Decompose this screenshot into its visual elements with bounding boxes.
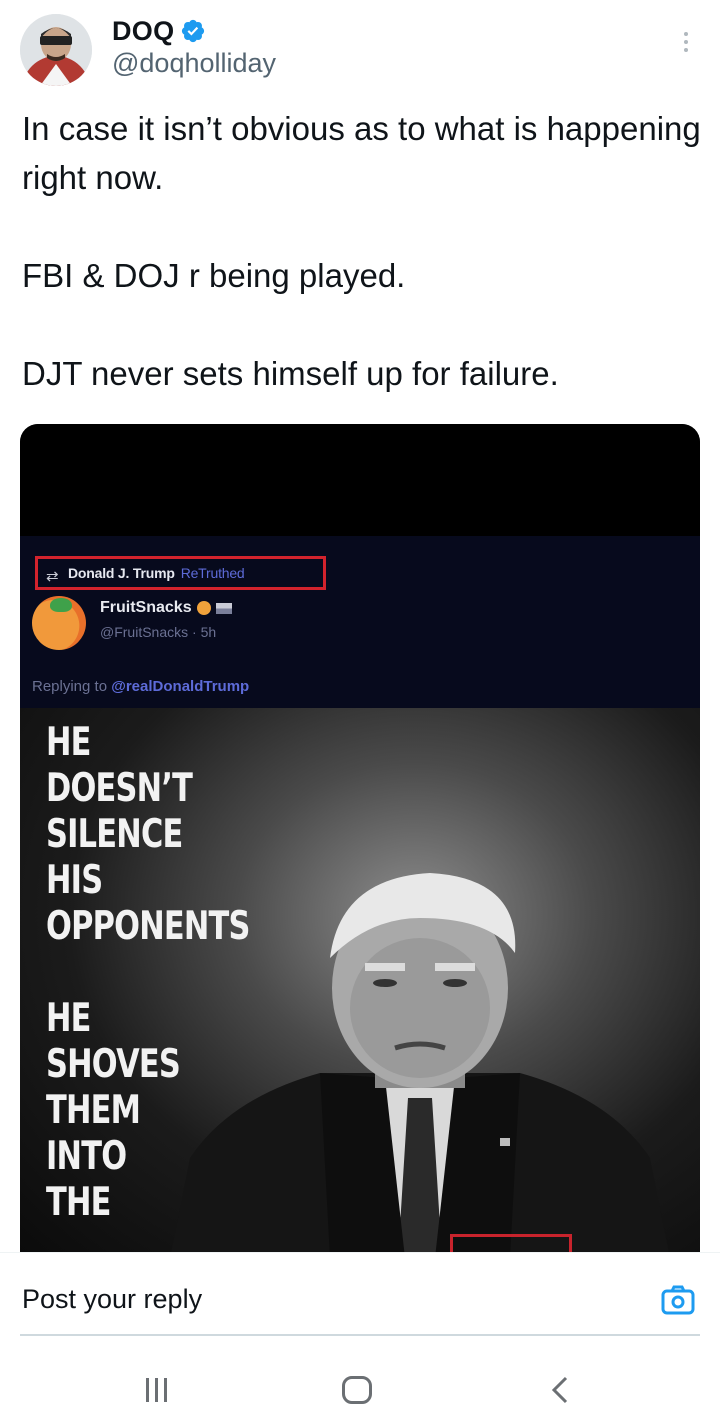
tweet-text: In case it isn’t obvious as to what is h… [22, 110, 701, 392]
avatar-image [20, 14, 92, 86]
recent-apps-icon[interactable] [141, 1378, 171, 1402]
orange-dot-icon [196, 601, 211, 615]
back-icon[interactable] [548, 1374, 572, 1406]
overlay-text: HE DOESN’T SILENCE HIS OPPONENTS HE SHOV… [46, 720, 250, 1225]
retruth-icon: ⇄ [46, 568, 59, 585]
author-name-row[interactable]: DOQ [112, 14, 206, 48]
media-top-black [20, 424, 700, 536]
embedded-author-meta: @FruitSnacks · 5h [100, 624, 217, 640]
home-icon[interactable] [342, 1376, 372, 1404]
fruit-leaf-icon [50, 598, 72, 612]
flag-icon [215, 602, 232, 614]
retruth-name: Donald J. Trump [68, 565, 175, 581]
retruth-highlight-box: ⇄ Donald J. Trump ReTruthed [35, 556, 326, 590]
verified-badge-icon [182, 19, 205, 43]
embedded-post-panel: ⇄ Donald J. Trump ReTruthed FruitSnacks … [20, 536, 700, 708]
embedded-reply-line: Replying to @realDonaldTrump [32, 678, 249, 695]
red-highlight-box [450, 1234, 572, 1252]
camera-icon[interactable] [660, 1282, 696, 1318]
portrait-photo: HE DOESN’T SILENCE HIS OPPONENTS HE SHOV… [20, 708, 700, 1252]
author-display-name[interactable]: DOQ [112, 16, 174, 47]
embedded-author-name: FruitSnacks [100, 599, 192, 616]
embedded-author-row: FruitSnacks [100, 599, 232, 617]
fruitsnacks-avatar [32, 596, 86, 650]
retruth-label: ReTruthed [180, 565, 245, 581]
author-handle[interactable]: @doqholliday [112, 48, 276, 79]
reply-prefix: Replying to [32, 678, 108, 695]
reply-handle: @realDonaldTrump [111, 678, 250, 695]
tweet-media[interactable]: ⇄ Donald J. Trump ReTruthed FruitSnacks … [20, 424, 700, 1252]
author-avatar[interactable] [20, 14, 92, 86]
reply-input[interactable]: Post your reply [22, 1284, 202, 1315]
more-vertical-icon[interactable] [672, 28, 700, 56]
